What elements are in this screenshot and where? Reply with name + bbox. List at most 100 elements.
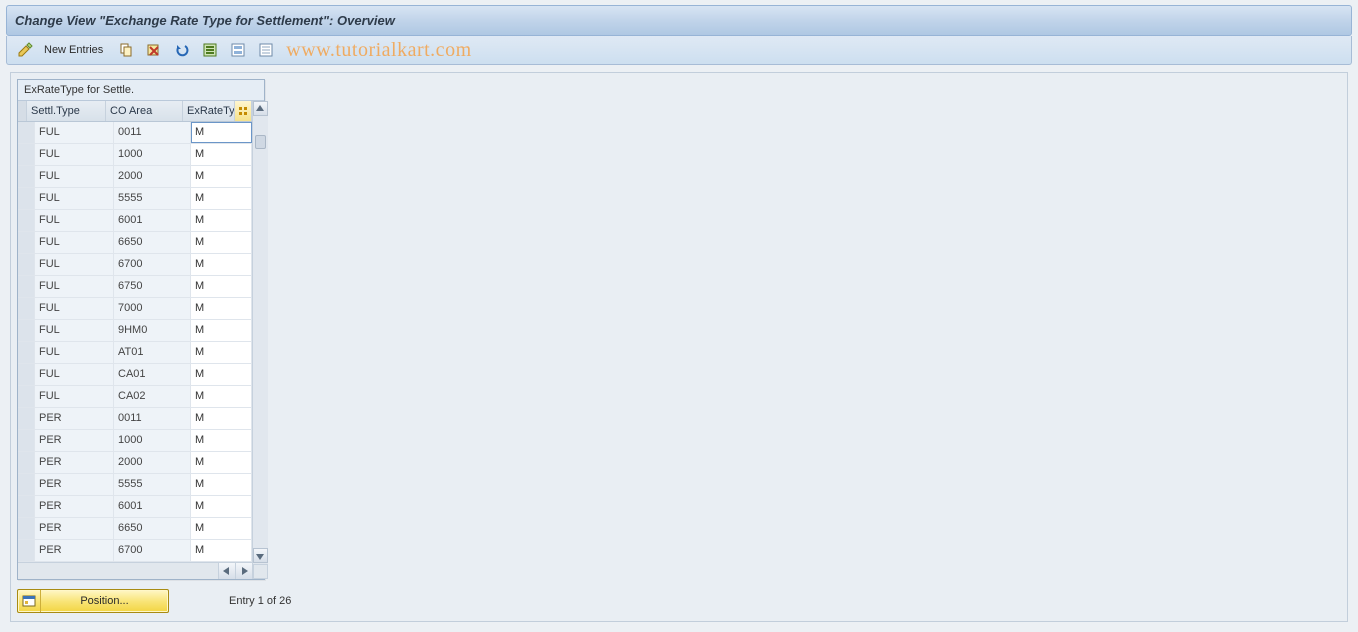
grid-header-settl-type[interactable]: Settl.Type — [27, 101, 106, 121]
cell-co-area: 1000 — [114, 144, 191, 165]
cell-co-area: 2000 — [114, 166, 191, 187]
entry-status: Entry 1 of 26 — [229, 595, 291, 607]
grid-header-ex-rate-type[interactable]: ExRateType — [183, 101, 252, 121]
cell-settl-type: FUL — [35, 254, 114, 275]
cell-settl-type: FUL — [35, 122, 114, 143]
table-row: FUL6001M — [18, 210, 252, 232]
toolbar: New Entries — [6, 36, 1352, 65]
table-settings-button[interactable] — [234, 101, 251, 121]
cell-ex-rate-type[interactable]: M — [191, 188, 252, 209]
row-selector[interactable] — [18, 144, 35, 165]
table-row: FUL2000M — [18, 166, 252, 188]
undo-button[interactable] — [170, 39, 194, 61]
copy-documents-icon — [118, 42, 134, 58]
row-selector[interactable] — [18, 298, 35, 319]
cell-settl-type: PER — [35, 540, 114, 561]
cell-settl-type: PER — [35, 496, 114, 517]
cell-ex-rate-type[interactable]: M — [191, 364, 252, 385]
vscroll-thumb[interactable] — [255, 135, 266, 149]
table-row: PER0011M — [18, 408, 252, 430]
deselect-all-button[interactable] — [254, 39, 278, 61]
cell-ex-rate-type[interactable]: M — [191, 342, 252, 363]
grid-header-co-area[interactable]: CO Area — [106, 101, 183, 121]
undo-icon — [174, 42, 190, 58]
row-selector[interactable] — [18, 474, 35, 495]
cell-ex-rate-type[interactable]: M — [191, 518, 252, 539]
table-row: PER6650M — [18, 518, 252, 540]
cell-ex-rate-type[interactable]: M — [191, 144, 252, 165]
cell-ex-rate-type[interactable]: M — [191, 166, 252, 187]
cell-ex-rate-type[interactable]: M — [191, 408, 252, 429]
cell-settl-type: FUL — [35, 232, 114, 253]
cell-ex-rate-type[interactable]: M — [191, 386, 252, 407]
cell-ex-rate-type[interactable]: M — [191, 210, 252, 231]
table-row: FULCA02M — [18, 386, 252, 408]
table-row: PER5555M — [18, 474, 252, 496]
cell-settl-type: FUL — [35, 144, 114, 165]
row-selector[interactable] — [18, 188, 35, 209]
cell-ex-rate-type[interactable]: M — [191, 122, 252, 143]
cell-settl-type: PER — [35, 518, 114, 539]
cell-co-area: 5555 — [114, 474, 191, 495]
table-row: FULCA01M — [18, 364, 252, 386]
position-button[interactable]: Position... — [17, 589, 169, 613]
cell-ex-rate-type[interactable]: M — [191, 540, 252, 561]
row-selector[interactable] — [18, 452, 35, 473]
grid-body: Settl.Type CO Area ExRateType — [18, 101, 264, 579]
copy-as-button[interactable] — [114, 39, 138, 61]
cell-ex-rate-type[interactable]: M — [191, 254, 252, 275]
cell-co-area: 2000 — [114, 452, 191, 473]
vscroll-down-button[interactable] — [253, 548, 268, 563]
row-selector[interactable] — [18, 254, 35, 275]
row-selector[interactable] — [18, 122, 35, 143]
triangle-up-icon — [256, 105, 264, 113]
table-row: FUL6700M — [18, 254, 252, 276]
cell-ex-rate-type[interactable]: M — [191, 474, 252, 495]
cell-ex-rate-type[interactable]: M — [191, 430, 252, 451]
row-selector[interactable] — [18, 518, 35, 539]
toggle-change-button[interactable] — [13, 39, 37, 61]
cell-co-area: 6700 — [114, 254, 191, 275]
hscroll-track[interactable] — [18, 563, 218, 579]
row-selector[interactable] — [18, 430, 35, 451]
delete-button[interactable] — [142, 39, 166, 61]
vscroll-corner — [253, 564, 268, 579]
row-selector[interactable] — [18, 320, 35, 341]
hscroll-right-button[interactable] — [235, 563, 252, 579]
new-entries-button[interactable]: New Entries — [41, 39, 110, 61]
cell-co-area: 0011 — [114, 122, 191, 143]
select-block-icon — [230, 42, 246, 58]
row-selector[interactable] — [18, 276, 35, 297]
row-selector[interactable] — [18, 386, 35, 407]
cell-ex-rate-type[interactable]: M — [191, 276, 252, 297]
cell-ex-rate-type[interactable]: M — [191, 320, 252, 341]
select-all-icon — [202, 42, 218, 58]
row-selector[interactable] — [18, 364, 35, 385]
cell-settl-type: FUL — [35, 210, 114, 231]
row-selector[interactable] — [18, 232, 35, 253]
cell-settl-type: PER — [35, 408, 114, 429]
row-selector[interactable] — [18, 210, 35, 231]
cell-ex-rate-type[interactable]: M — [191, 496, 252, 517]
table-row: FUL7000M — [18, 298, 252, 320]
grid-vertical-scroll — [252, 101, 268, 579]
row-selector[interactable] — [18, 496, 35, 517]
row-selector[interactable] — [18, 408, 35, 429]
table-config-icon — [238, 106, 248, 116]
row-selector[interactable] — [18, 342, 35, 363]
grid-frame: ExRateType for Settle. Settl.Type CO Are… — [17, 79, 265, 580]
grid-header-selector[interactable] — [18, 101, 27, 121]
row-selector[interactable] — [18, 166, 35, 187]
cell-settl-type: FUL — [35, 320, 114, 341]
cell-ex-rate-type[interactable]: M — [191, 298, 252, 319]
select-block-button[interactable] — [226, 39, 250, 61]
cell-ex-rate-type[interactable]: M — [191, 232, 252, 253]
table-row: FUL1000M — [18, 144, 252, 166]
table-row: FUL9HM0M — [18, 320, 252, 342]
cell-ex-rate-type[interactable]: M — [191, 452, 252, 473]
select-all-button[interactable] — [198, 39, 222, 61]
table-row: FULAT01M — [18, 342, 252, 364]
hscroll-left-button[interactable] — [218, 563, 235, 579]
vscroll-up-button[interactable] — [253, 101, 268, 116]
row-selector[interactable] — [18, 540, 35, 561]
